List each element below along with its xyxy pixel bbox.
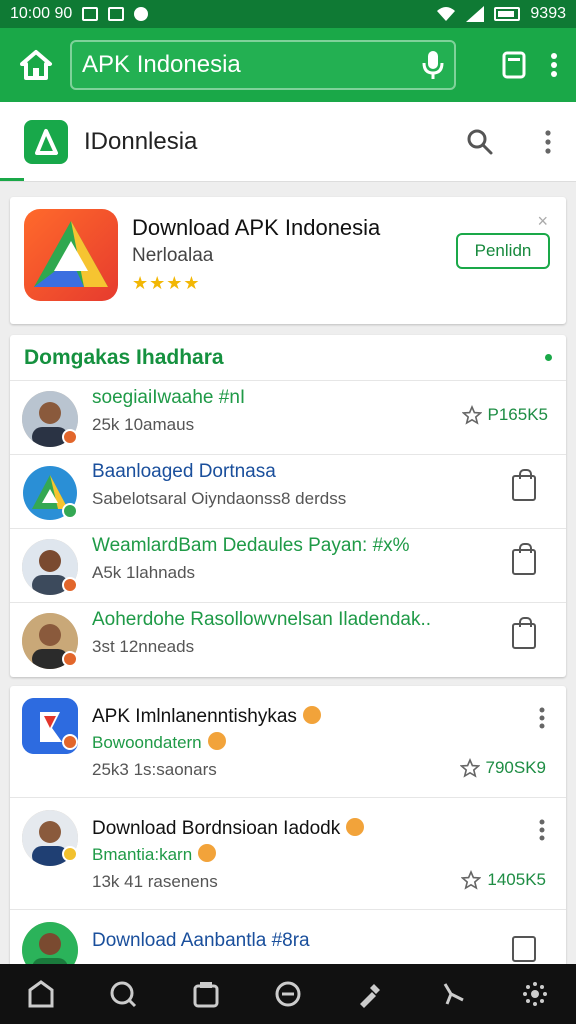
emoji-icon <box>302 706 321 724</box>
shopping-bag-icon[interactable] <box>512 543 536 575</box>
bottom-navigation <box>0 964 576 1024</box>
apps-nav-icon[interactable] <box>189 977 223 1011</box>
battery-level: 9393 <box>530 5 566 22</box>
star-outline-icon[interactable] <box>461 870 482 890</box>
list-item[interactable]: soegiaiIwaahe #nI 25k 10amaus P165K5 <box>10 381 566 455</box>
item-subtitle: Bowoondatern <box>92 732 226 753</box>
close-icon[interactable]: × <box>537 211 548 232</box>
badge-icon <box>62 577 78 593</box>
emoji-icon <box>198 844 217 862</box>
section-card: Domgakas Ihadhara soegiaiIwaahe #nI 25k … <box>10 335 566 677</box>
item-title: Download Aanbantla #8ra <box>92 930 310 951</box>
item-title: Download Bordnsioan Iadodk <box>92 818 365 840</box>
item-subtitle-text: Bmantia:karn <box>92 845 193 864</box>
emoji-icon <box>346 818 365 836</box>
featured-app-icon <box>24 209 118 301</box>
rating-stars: ★★★★ <box>132 273 201 293</box>
url-text[interactable]: APK Indonesia <box>82 51 422 79</box>
mail-icon <box>82 7 99 21</box>
url-bar[interactable]: APK Indonesia <box>70 40 456 90</box>
microphone-icon[interactable] <box>422 50 444 80</box>
badge-icon <box>62 429 78 445</box>
featured-app-title: Download APK Indonesia <box>132 215 381 240</box>
item-subtitle: 3st 12nneads <box>92 637 195 656</box>
section-header: Domgakas Ihadhara <box>10 335 566 381</box>
status-bar: 10:00 90 9393 <box>0 0 576 28</box>
item-title-text: Download Bordnsioan Iadodk <box>92 818 341 839</box>
badge-icon <box>62 651 78 667</box>
notification-icon <box>134 7 149 21</box>
settings-icon[interactable] <box>518 977 552 1011</box>
search-icon[interactable] <box>466 128 494 156</box>
minus-circle-icon[interactable] <box>271 977 305 1011</box>
item-title: Aoherdohe Rasollowvnelsan Iladendak.. <box>92 609 432 630</box>
shopping-bag-icon[interactable] <box>512 936 536 962</box>
clock: 10:00 90 <box>10 5 73 22</box>
item-count: 1405K5 <box>487 870 546 889</box>
page-title: IDonnlesia <box>84 127 198 155</box>
badge-icon <box>62 846 78 862</box>
list-item[interactable]: Baanloaged Dortnasa Sabelotsaral Oiyndao… <box>10 455 566 529</box>
active-tab-indicator <box>0 178 24 181</box>
item-count: 790SK9 <box>485 758 547 777</box>
emoji-icon <box>207 732 226 750</box>
browser-toolbar: APK Indonesia <box>0 28 576 102</box>
app-header: IDonnlesia <box>0 102 576 182</box>
more-vert-icon[interactable] <box>544 129 552 155</box>
shopping-bag-icon[interactable] <box>512 617 536 649</box>
home-nav-icon[interactable] <box>24 977 58 1011</box>
install-button[interactable]: Penlidn <box>456 233 550 269</box>
more-vert-icon[interactable] <box>538 818 546 842</box>
item-title: Baanloaged Dortnasa <box>92 461 276 482</box>
more-vert-icon[interactable] <box>550 52 558 78</box>
item-title-text: APK Imlnlanenntishykas <box>92 706 297 727</box>
item-title: WeamlardBam Dedaules Payan: #x% <box>92 535 410 556</box>
share-icon[interactable] <box>436 977 470 1011</box>
badge-icon <box>62 503 78 519</box>
wifi-icon <box>437 7 456 21</box>
list-item[interactable]: WeamlardBam Dedaules Payan: #x% A5k 1lah… <box>10 529 566 603</box>
tools-icon[interactable] <box>353 977 387 1011</box>
star-outline-icon[interactable] <box>461 405 482 425</box>
search-nav-icon[interactable] <box>106 977 140 1011</box>
list-item[interactable]: Aoherdohe Rasollowvnelsan Iladendak.. 3s… <box>10 603 566 677</box>
tabs-icon[interactable] <box>502 51 526 79</box>
featured-app-subtitle: Nerloalaa <box>132 245 214 266</box>
item-title: soegiaiIwaahe #nI <box>92 387 246 408</box>
list-item[interactable]: Download Bordnsioan Iadodk Bmantia:karn … <box>10 798 566 910</box>
home-icon <box>20 50 52 80</box>
item-subtitle: Bmantia:karn <box>92 844 217 865</box>
item-meta: 25k3 1s:saonars <box>92 760 217 779</box>
featured-app-card[interactable]: Download APK Indonesia Nerloalaa ★★★★ × … <box>10 197 566 324</box>
more-vert-icon[interactable] <box>538 706 546 730</box>
item-subtitle: Sabelotsaral Oiyndaonss8 derdss <box>92 489 347 508</box>
battery-icon <box>494 7 521 21</box>
item-meta: 13k 41 rasenens <box>92 872 218 891</box>
gallery-icon <box>108 7 125 21</box>
item-subtitle: A5k 1lahnads <box>92 563 196 582</box>
item-count: P165K5 <box>487 405 549 424</box>
home-button[interactable] <box>14 43 58 87</box>
signal-icon <box>466 6 485 22</box>
list-item[interactable]: APK Imlnlanenntishykas Bowoondatern 25k3… <box>10 686 566 798</box>
item-subtitle: 25k 10amaus <box>92 415 195 434</box>
status-dot-icon <box>545 354 552 361</box>
item-title: APK Imlnlanenntishykas <box>92 706 321 728</box>
star-outline-icon[interactable] <box>459 758 480 778</box>
item-subtitle-text: Bowoondatern <box>92 733 202 752</box>
section-title: Domgakas Ihadhara <box>24 345 224 369</box>
shopping-bag-icon[interactable] <box>512 469 536 501</box>
app-logo-icon <box>24 119 68 164</box>
badge-icon <box>62 734 78 750</box>
app-list-card: APK Imlnlanenntishykas Bowoondatern 25k3… <box>10 686 566 978</box>
